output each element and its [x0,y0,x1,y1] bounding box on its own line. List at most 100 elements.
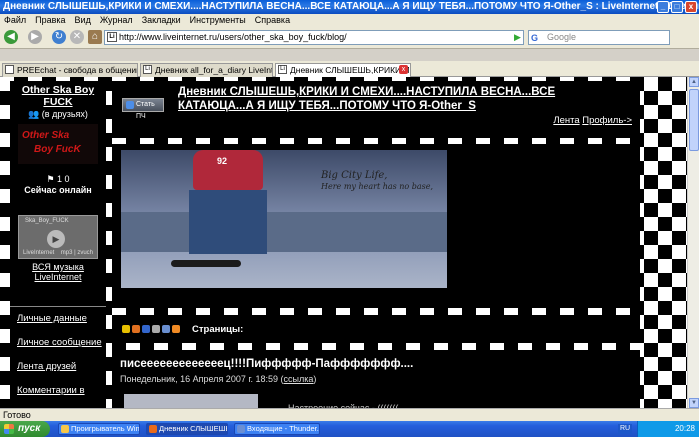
address-url: http://www.liveinternet.ru/users/other_s… [119,32,347,42]
close-window-button[interactable]: x [685,1,697,13]
status-bar: Готово [0,408,699,421]
task-firefox[interactable]: Дневник СЛЫШЕШЬ... [146,423,228,435]
profile-sidebar: Other Ska Boy FUCK 👥 (в друзьях) Other S… [10,81,106,411]
post-title[interactable]: писееееееееееееец!!!!Пиффффф-Паффффффф..… [120,358,413,370]
tab-label: PREEchat - свобода в общении!!! [17,65,138,75]
task-thunderbird[interactable]: Входящие - Thunder... [234,423,320,435]
online-status: Сейчас онлайн [24,185,92,195]
play-icon[interactable]: ▶ [47,230,65,248]
tab-label: Дневник all_for_a_diary LiveInternet ... [155,65,272,75]
post-panel: писееееееееееееец!!!!Пиффффф-Паффффффф..… [112,350,640,413]
banner-wall [121,212,447,252]
diary-header: Стать ПЧ Дневник СЛЫШЕШЬ,КРИКИ И СМЕХИ..… [112,81,640,138]
friends-status[interactable]: 👥 (в друзьях) [10,109,106,120]
vertical-scrollbar[interactable]: ▲ ▼ [687,77,699,408]
sidebar-link-comments[interactable]: Комментарии в [10,379,106,403]
reload-icon[interactable]: ↻ [52,30,66,44]
username-link[interactable]: Other Ska Boy FUCK [10,81,106,108]
subscribe-button[interactable]: Стать ПЧ [122,98,164,120]
menu-bar: Файл Правка Вид Журнал Закладки Инструме… [0,14,699,27]
scroll-down-icon[interactable]: ▼ [689,398,699,408]
banner-person: 92 [183,150,273,254]
media-player-icon [61,425,69,433]
diary-nav-links: Лента Профиль-> [553,115,632,126]
task-label: Дневник СЛЫШЕШЬ... [159,424,227,433]
go-arrow-icon[interactable]: ▶ [514,32,524,42]
search-input[interactable]: G Google [528,30,670,45]
minimize-button[interactable]: _ [657,1,669,13]
start-button[interactable]: пуск [0,421,50,437]
close-tab-icon[interactable]: x [399,65,408,74]
liveinternet-icon: Li [278,65,287,74]
stop-icon[interactable]: ✕ [70,30,84,44]
friends-label: (в друзьях) [41,109,88,119]
sidebar-link-friends-feed[interactable]: Лента друзей [10,355,106,379]
page-icon [5,65,14,74]
post-date: Понедельник, 16 Апреля 2007 г. 18:59 ( [120,374,284,384]
sidebar-links: Личные данные Личное сообщение Лента дру… [10,306,106,403]
menu-history[interactable]: Журнал [100,14,133,27]
skateboard [171,260,241,267]
player-format: mp3 | zvuch [60,250,93,256]
scrollbar-thumb[interactable] [689,89,699,151]
feed-link[interactable]: Лента [553,115,579,126]
site-favicon-icon: Li [107,32,117,42]
mail-icon[interactable] [162,325,170,333]
banner-jeans [189,190,267,254]
banner-shirt [193,150,263,190]
sidebar-link-private-message[interactable]: Личное сообщение [10,331,106,355]
language-indicator[interactable]: RU [618,424,633,434]
scroll-up-icon[interactable]: ▲ [689,77,699,87]
window-title: Дневник СЛЫШЕШЬ,КРИКИ И СМЕХИ....НАСТУПИ… [3,1,699,12]
post-permalink[interactable]: ссылка [284,374,314,384]
smile-icon[interactable] [132,325,140,333]
banner-panel: 92 Big City Life, Here my heart has no b… [112,144,640,308]
status-text: Готово [3,410,31,420]
star-icon[interactable] [122,325,130,333]
avatar-text-2: Boy FucK [34,144,81,155]
avatar-text-1: Other Ska [22,130,70,141]
taskbar: пуск Проигрыватель Win... Дневник СЛЫШЕШ… [0,421,699,437]
menu-bookmarks[interactable]: Закладки [142,14,181,27]
profile-stats: ⚑ 1 0 [10,174,106,185]
liveinternet-icon: Li [143,65,152,74]
back-arrow-icon[interactable]: ◀ [4,30,18,44]
bookmark-icon[interactable] [142,325,150,333]
tab-all-for-a-diary[interactable]: Li Дневник all_for_a_diary LiveInternet … [140,63,273,77]
diary-title[interactable]: Дневник СЛЫШЕШЬ,КРИКИ И СМЕХИ....НАСТУПИ… [178,85,634,113]
thunderbird-icon [237,425,245,433]
home-icon[interactable]: ⌂ [88,30,102,44]
print-icon[interactable] [152,325,160,333]
banner-caption-1: Big City Life, [321,170,388,181]
all-music-link[interactable]: ВСЯ музыка LiveInternet [10,262,106,282]
tab-current-diary[interactable]: Li Дневник СЛЫШЕШЬ,КРИКИ И СМ... x [275,63,411,77]
profile-link[interactable]: Профиль-> [582,115,632,126]
friends-icon: 👥 [28,109,40,119]
maximize-button[interactable]: □ [671,1,683,13]
google-logo-icon: G [531,33,539,43]
system-tray: RU 20:28 [618,421,699,437]
share-icons [122,325,180,333]
stats-values: 1 0 [57,174,70,184]
rss-icon[interactable] [172,325,180,333]
menu-help[interactable]: Справка [255,14,290,27]
avatar[interactable]: Other Ska Boy FucK [18,124,98,164]
address-bar[interactable]: Li http://www.liveinternet.ru/users/othe… [104,30,524,45]
sidebar-link-personal-data[interactable]: Личные данные [10,307,106,331]
search-placeholder: Google [547,32,577,42]
menu-tools[interactable]: Инструменты [190,14,246,27]
task-media-player[interactable]: Проигрыватель Win... [58,423,140,435]
menu-view[interactable]: Вид [75,14,91,27]
main-content: Стать ПЧ Дневник СЛЫШЕШЬ,КРИКИ И СМЕХИ..… [112,81,640,413]
clock: 20:28 [674,424,695,433]
tab-preechat[interactable]: PREEchat - свобода в общении!!! [2,63,138,77]
banner-caption-2: Here my heart has no base, [321,182,434,191]
music-player[interactable]: Ska_Boy_FUCK ▶ LiveInternet mp3 | zvuch [18,215,98,259]
menu-edit[interactable]: Правка [35,14,65,27]
forward-arrow-icon[interactable]: ▶ [28,30,42,44]
pages-label: Страницы: [192,324,244,335]
post-date-end: ) [313,374,317,384]
menu-file[interactable]: Файл [4,14,26,27]
window-title-bar: Дневник СЛЫШЕШЬ,КРИКИ И СМЕХИ....НАСТУПИ… [0,0,699,14]
tab-bar: PREEchat - свобода в общении!!! Li Дневн… [0,61,699,77]
